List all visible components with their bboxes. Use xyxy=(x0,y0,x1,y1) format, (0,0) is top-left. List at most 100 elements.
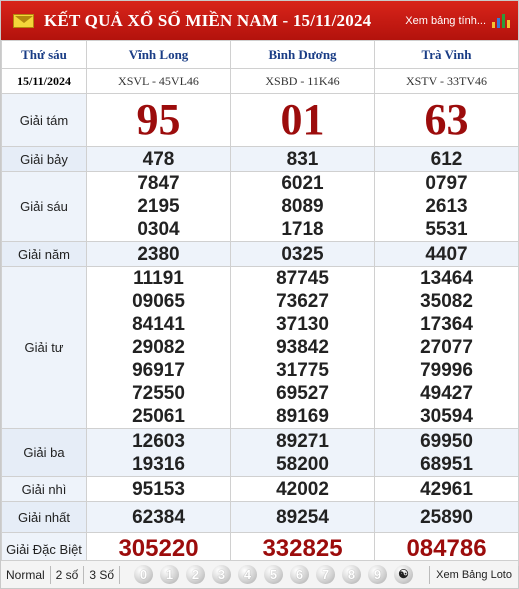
digit-button[interactable]: 8 xyxy=(342,565,362,584)
prize-cell: 612 xyxy=(374,146,519,172)
prize-number: 95 xyxy=(136,95,181,144)
prize-cell: 0325 xyxy=(230,241,375,267)
prize-number: 87745 xyxy=(276,268,329,289)
prize-number: 69527 xyxy=(276,383,329,404)
prize-number: 13464 xyxy=(420,268,473,289)
prize-number: 0304 xyxy=(137,219,180,240)
prize-number: 35082 xyxy=(420,291,473,312)
prize-number: 305220 xyxy=(118,535,199,562)
prize-cell: 478 xyxy=(86,146,231,172)
digit-button[interactable]: 0 xyxy=(134,565,154,584)
prize-number: 42002 xyxy=(276,478,329,500)
prize-number: 72550 xyxy=(132,383,185,404)
prize-cell: 42002 xyxy=(230,476,375,502)
prize-cell: 01 xyxy=(230,93,375,147)
prize-cell: 6021 8089 1718 xyxy=(230,171,375,242)
prize-number: 25061 xyxy=(132,406,185,427)
digit-button[interactable]: 2 xyxy=(186,565,206,584)
prize-number: 49427 xyxy=(420,383,473,404)
prize-number: 17364 xyxy=(420,314,473,335)
prize-number: 96917 xyxy=(132,360,185,381)
prize-number: 79996 xyxy=(420,360,473,381)
prize-cell: 11191 09065 84141 29082 96917 72550 25061 xyxy=(86,266,231,429)
day-label: Thứ sáu xyxy=(1,40,87,69)
prize-label: Giải tư xyxy=(1,266,87,429)
province-vinh-long[interactable]: Vĩnh Long xyxy=(86,40,231,69)
prize-cell: 69950 68951 xyxy=(374,428,519,477)
ticket-code: XSTV - 33TV46 xyxy=(374,68,519,94)
digit-button[interactable]: 1 xyxy=(160,565,180,584)
digit-button[interactable]: 6 xyxy=(290,565,310,584)
digit-button[interactable]: 9 xyxy=(368,565,388,584)
prize-number: 12603 xyxy=(132,430,185,452)
prize-cell: 89271 58200 xyxy=(230,428,375,477)
prize-number: 73627 xyxy=(276,291,329,312)
prize-row: Giải nhì 95153 42002 42961 xyxy=(1,476,519,502)
prize-cell: 95153 xyxy=(86,476,231,502)
prize-number: 95153 xyxy=(132,478,185,500)
province-binh-duong[interactable]: Bình Dương xyxy=(230,40,375,69)
prize-number: 478 xyxy=(142,148,175,170)
prize-number: 084786 xyxy=(406,535,487,562)
yin-yang-icon[interactable]: ☯ xyxy=(394,565,414,584)
prize-number: 7847 xyxy=(137,173,180,194)
prize-cell: 12603 19316 xyxy=(86,428,231,477)
prize-number: 612 xyxy=(430,148,463,170)
province-tra-vinh[interactable]: Trà Vinh xyxy=(374,40,519,69)
prize-cell: 13464 35082 17364 27077 79996 49427 30594 xyxy=(374,266,519,429)
prize-number: 2380 xyxy=(137,243,180,265)
prize-cell: 25890 xyxy=(374,501,519,533)
header-bar: KẾT QUẢ XỔ SỐ MIỀN NAM - 15/11/2024 Xem … xyxy=(1,1,518,40)
prize-row: Giải tám 95 01 63 xyxy=(1,93,519,147)
prize-number: 89271 xyxy=(276,430,329,452)
province-header-row: Thứ sáu Vĩnh Long Bình Dương Trà Vinh xyxy=(1,40,519,69)
prize-number: 29082 xyxy=(132,337,185,358)
tab-2-digits[interactable]: 2 số xyxy=(51,565,85,584)
prize-number: 01 xyxy=(280,95,325,144)
draw-date: 15/11/2024 xyxy=(1,68,87,94)
prize-label: Giải tám xyxy=(1,93,87,147)
bar-chart-icon[interactable] xyxy=(492,13,510,28)
prize-cell: 89254 xyxy=(230,501,375,533)
prize-label: Giải nhì xyxy=(1,476,87,502)
prize-row: Giải năm 2380 0325 4407 xyxy=(1,241,519,267)
ticket-code: XSBD - 11K46 xyxy=(230,68,375,94)
prize-number: 0325 xyxy=(281,243,324,265)
tab-3-digits[interactable]: 3 Số xyxy=(84,565,121,584)
digit-button[interactable]: 7 xyxy=(316,565,336,584)
prize-number: 63 xyxy=(424,95,469,144)
prize-number: 89169 xyxy=(276,406,329,427)
prize-number: 4407 xyxy=(425,243,468,265)
digit-button[interactable]: 5 xyxy=(264,565,284,584)
prize-cell: 7847 2195 0304 xyxy=(86,171,231,242)
prize-number: 332825 xyxy=(262,535,343,562)
prize-number: 2195 xyxy=(137,196,180,217)
prize-number: 68951 xyxy=(420,453,473,475)
prize-number: 1718 xyxy=(281,219,324,240)
prize-label: Giải năm xyxy=(1,241,87,267)
prize-number: 30594 xyxy=(420,406,473,427)
prize-number: 58200 xyxy=(276,453,329,475)
loto-table-link[interactable]: Xem Bảng Loto xyxy=(429,565,518,584)
prize-cell: 0797 2613 5531 xyxy=(374,171,519,242)
prize-number: 62384 xyxy=(132,506,185,528)
page-title: KẾT QUẢ XỔ SỐ MIỀN NAM - 15/11/2024 xyxy=(44,10,372,30)
digit-button[interactable]: 3 xyxy=(212,565,232,584)
tab-normal[interactable]: Normal xyxy=(1,565,51,584)
prize-cell: 2380 xyxy=(86,241,231,267)
prize-number: 8089 xyxy=(281,196,324,217)
digit-button[interactable]: 4 xyxy=(238,565,258,584)
prize-cell: 831 xyxy=(230,146,375,172)
prize-row: Giải sáu 7847 2195 0304 6021 8089 1718 0797 2613… xyxy=(1,171,519,242)
prize-number: 6021 xyxy=(281,173,324,194)
footer-bar: Normal 2 số 3 Số 0 1 2 3 4 5 6 7 8 9 ☯ Xem Bảng Lo… xyxy=(1,560,518,588)
prize-number: 0797 xyxy=(425,173,468,194)
prize-number: 27077 xyxy=(420,337,473,358)
ticket-code-row: 15/11/2024 XSVL - 45VL46 XSBD - 11K46 XS… xyxy=(1,68,519,94)
prize-number: 31775 xyxy=(276,360,329,381)
envelope-icon[interactable] xyxy=(13,13,34,28)
view-full-link[interactable]: Xem bảng tính... xyxy=(405,15,486,27)
prize-cell: 42961 xyxy=(374,476,519,502)
prize-cell: 4407 xyxy=(374,241,519,267)
prize-number: 93842 xyxy=(276,337,329,358)
